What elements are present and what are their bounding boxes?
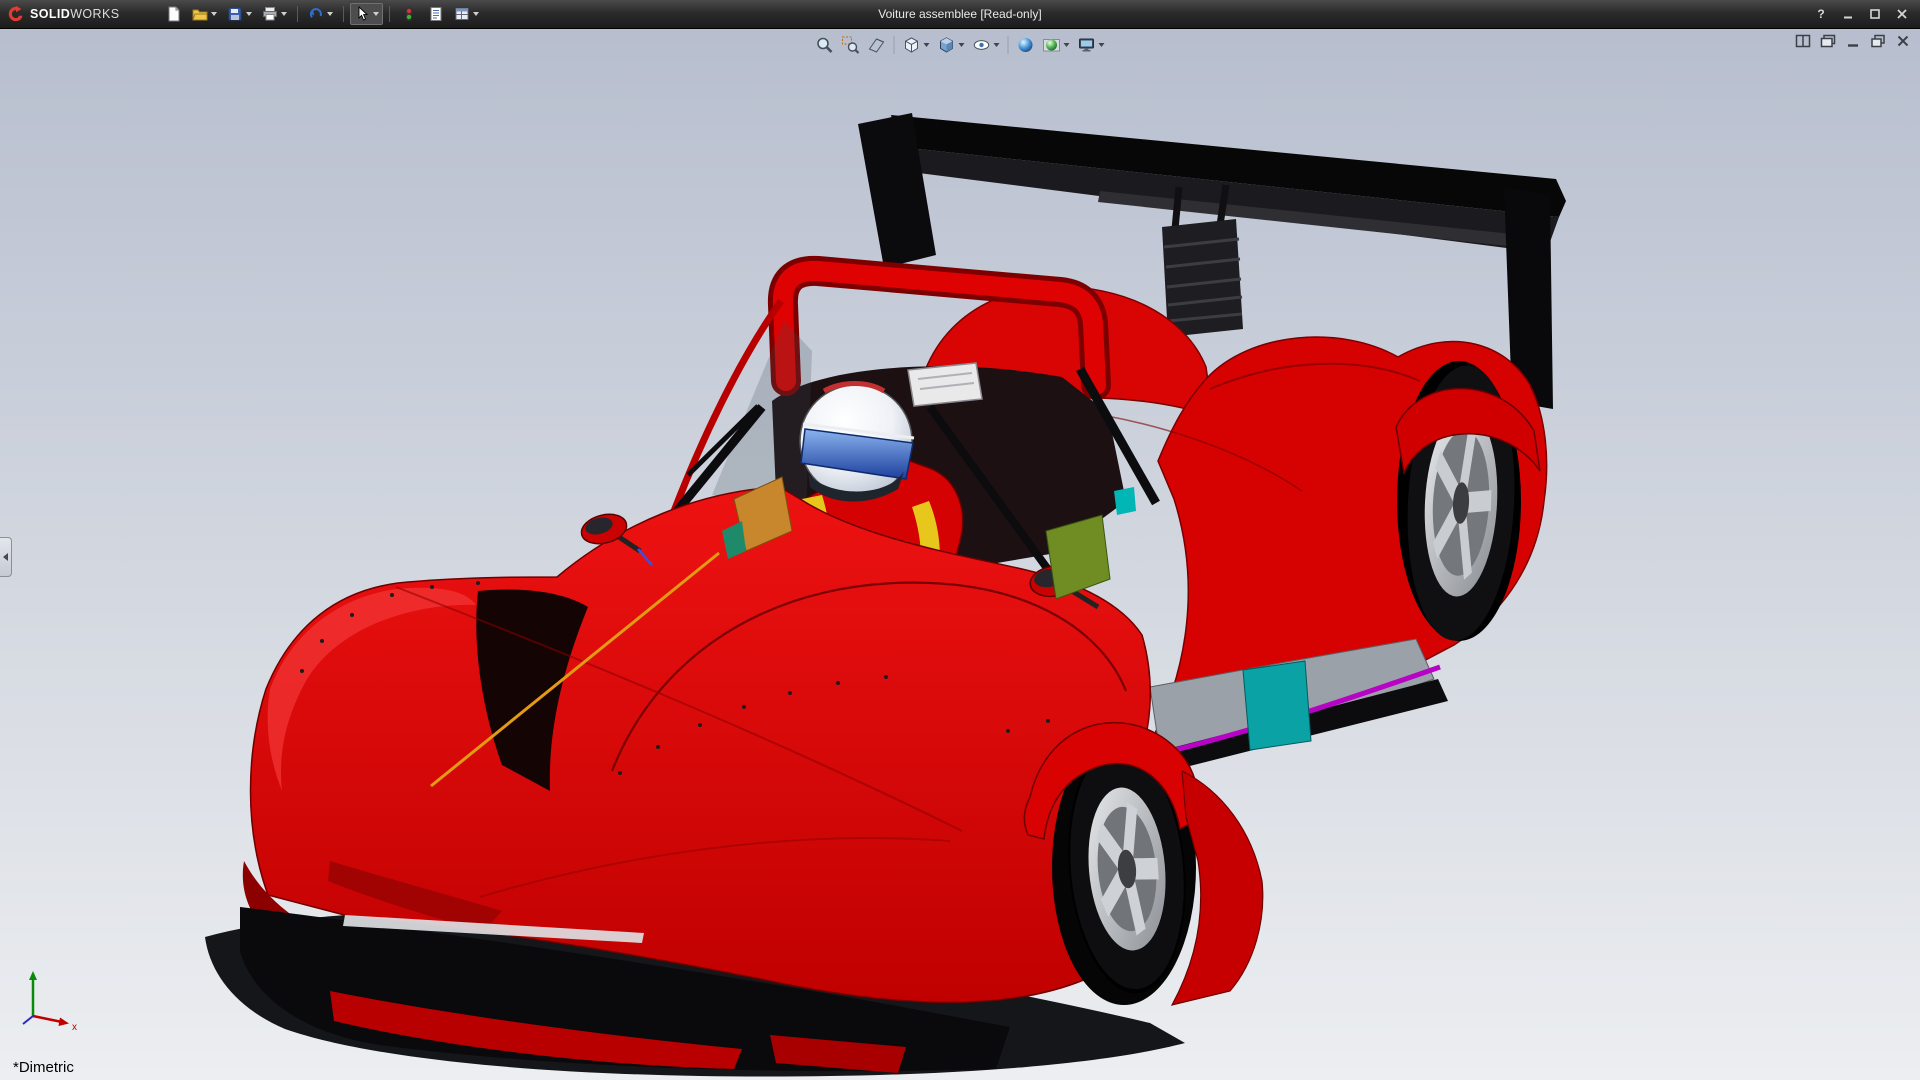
chevron-down-icon[interactable] bbox=[327, 12, 333, 16]
chevron-down-icon[interactable] bbox=[1099, 43, 1105, 47]
tile-panes-button[interactable] bbox=[1794, 33, 1812, 49]
appearance-ball-icon bbox=[1017, 36, 1035, 54]
maximize-icon bbox=[1869, 8, 1881, 20]
close-document-button[interactable] bbox=[1894, 33, 1912, 49]
print-icon bbox=[262, 6, 278, 22]
view-orientation-label: *Dimetric bbox=[13, 1059, 74, 1076]
chevron-down-icon[interactable] bbox=[473, 12, 479, 16]
window-title: Voiture assemblee [Read-only] bbox=[878, 7, 1041, 21]
save-button[interactable] bbox=[223, 3, 256, 25]
apply-scene-button[interactable] bbox=[1040, 33, 1073, 57]
select-button[interactable] bbox=[350, 3, 383, 25]
view-orientation-button[interactable] bbox=[900, 33, 933, 57]
zoom-to-fit-icon bbox=[816, 36, 834, 54]
toolbar-separator bbox=[894, 36, 895, 54]
minimize-button[interactable] bbox=[1836, 5, 1860, 24]
cascade-panes-icon bbox=[1820, 34, 1836, 48]
reference-triad: x bbox=[18, 966, 84, 1032]
x-axis bbox=[33, 1016, 62, 1022]
view-settings-button[interactable] bbox=[1075, 33, 1108, 57]
minimize-document-button[interactable] bbox=[1844, 33, 1862, 49]
toolbar-separator bbox=[1008, 36, 1009, 54]
toolbar-separator bbox=[343, 6, 344, 22]
open-folder-icon bbox=[192, 6, 208, 22]
chevron-down-icon[interactable] bbox=[246, 12, 252, 16]
chevron-left-icon bbox=[3, 553, 8, 561]
window-controls: ? bbox=[1809, 5, 1914, 24]
close-icon bbox=[1895, 34, 1911, 48]
scene-ball-icon bbox=[1043, 36, 1061, 54]
rebuild-button[interactable] bbox=[396, 3, 421, 25]
ds-logo-icon bbox=[7, 5, 25, 23]
undo-button[interactable] bbox=[304, 3, 337, 25]
chevron-down-icon[interactable] bbox=[1064, 43, 1070, 47]
document-window-controls bbox=[1794, 33, 1912, 49]
chevron-down-icon[interactable] bbox=[281, 12, 287, 16]
file-properties-icon bbox=[428, 6, 444, 22]
heads-up-view-toolbar bbox=[813, 33, 1108, 57]
display-style-cube-icon bbox=[938, 36, 956, 54]
zoom-to-fit-button[interactable] bbox=[813, 33, 837, 57]
monitor-icon bbox=[1078, 36, 1096, 54]
hide-show-items-button[interactable] bbox=[970, 33, 1003, 57]
maximize-button[interactable] bbox=[1863, 5, 1887, 24]
minimize-icon bbox=[1842, 8, 1854, 20]
z-axis bbox=[23, 1016, 33, 1024]
section-view-button[interactable] bbox=[865, 33, 889, 57]
titlebar: SOLIDWORKS bbox=[0, 0, 1920, 29]
x-axis-label: x bbox=[72, 1022, 77, 1032]
close-icon bbox=[1896, 8, 1908, 20]
toolbar-separator bbox=[389, 6, 390, 22]
file-properties-button[interactable] bbox=[423, 3, 448, 25]
restore-icon bbox=[1870, 34, 1886, 48]
rebuild-traffic-light-icon bbox=[401, 6, 417, 22]
tile-panes-icon bbox=[1795, 34, 1811, 48]
zoom-to-area-icon bbox=[842, 36, 860, 54]
section-view-icon bbox=[868, 36, 886, 54]
feature-manager-collapse-tab[interactable] bbox=[0, 537, 12, 577]
close-button[interactable] bbox=[1890, 5, 1914, 24]
options-button[interactable] bbox=[450, 3, 483, 25]
save-floppy-icon bbox=[227, 6, 243, 22]
edit-appearance-button[interactable] bbox=[1014, 33, 1038, 57]
chevron-down-icon[interactable] bbox=[924, 43, 930, 47]
help-button[interactable]: ? bbox=[1809, 5, 1833, 24]
zoom-to-area-button[interactable] bbox=[839, 33, 863, 57]
new-document-icon bbox=[166, 6, 182, 22]
view-orientation-cube-icon bbox=[903, 36, 921, 54]
brand-text: SOLIDWORKS bbox=[30, 7, 119, 21]
standard-toolbar bbox=[161, 3, 483, 25]
display-style-button[interactable] bbox=[935, 33, 968, 57]
new-document-button[interactable] bbox=[161, 3, 186, 25]
open-button[interactable] bbox=[188, 3, 221, 25]
chevron-down-icon[interactable] bbox=[959, 43, 965, 47]
side-window[interactable] bbox=[1243, 661, 1311, 750]
cascade-panes-button[interactable] bbox=[1819, 33, 1837, 49]
chevron-down-icon[interactable] bbox=[994, 43, 1000, 47]
select-cursor-icon bbox=[354, 6, 370, 22]
solidworks-logo: SOLIDWORKS bbox=[7, 5, 119, 23]
toolbar-separator bbox=[297, 6, 298, 22]
car-assembly-model[interactable] bbox=[0, 29, 1920, 1080]
undo-arrow-icon bbox=[308, 6, 324, 22]
intake-box[interactable] bbox=[908, 363, 982, 406]
chevron-down-icon[interactable] bbox=[373, 12, 379, 16]
graphics-area[interactable]: x *Dimetric bbox=[0, 29, 1920, 1080]
print-button[interactable] bbox=[258, 3, 291, 25]
minimize-icon bbox=[1845, 34, 1861, 48]
chevron-down-icon[interactable] bbox=[211, 12, 217, 16]
options-grid-icon bbox=[454, 6, 470, 22]
restore-document-button[interactable] bbox=[1869, 33, 1887, 49]
eye-icon bbox=[973, 36, 991, 54]
